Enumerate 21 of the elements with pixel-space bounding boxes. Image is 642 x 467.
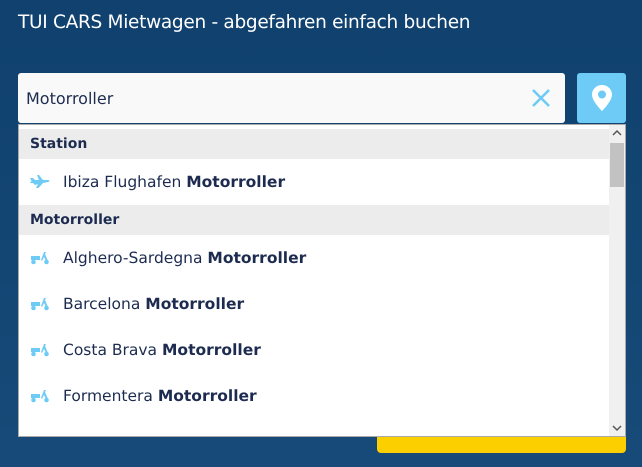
scooter-icon (30, 297, 50, 311)
scooter-icon (30, 389, 50, 403)
page-title: TUI CARS Mietwagen - abgefahren einfach buchen (18, 11, 472, 35)
plane-icon (30, 175, 50, 189)
scooter-icon (30, 251, 50, 265)
scrollbar[interactable] (609, 125, 625, 436)
search-field[interactable]: Motorroller (18, 73, 565, 123)
map-pin-icon (592, 85, 612, 111)
scroll-up-icon[interactable] (612, 129, 622, 137)
scroll-down-icon[interactable] (612, 424, 622, 432)
scooter-icon (30, 343, 50, 357)
suggestion-item[interactable]: Ibiza Flughafen Motorroller (19, 159, 609, 205)
clear-icon[interactable] (531, 88, 551, 108)
scroll-thumb[interactable] (610, 143, 624, 187)
group-header: Motorroller (19, 205, 609, 235)
suggestion-item[interactable]: Formentera Motorroller (19, 373, 609, 419)
location-button[interactable] (577, 73, 626, 123)
suggestion-item[interactable]: Barcelona Motorroller (19, 281, 609, 327)
suggestion-item[interactable]: Costa Brava Motorroller (19, 327, 609, 373)
group-header: Station (19, 129, 609, 159)
suggestion-item[interactable]: Alghero-Sardegna Motorroller (19, 235, 609, 281)
